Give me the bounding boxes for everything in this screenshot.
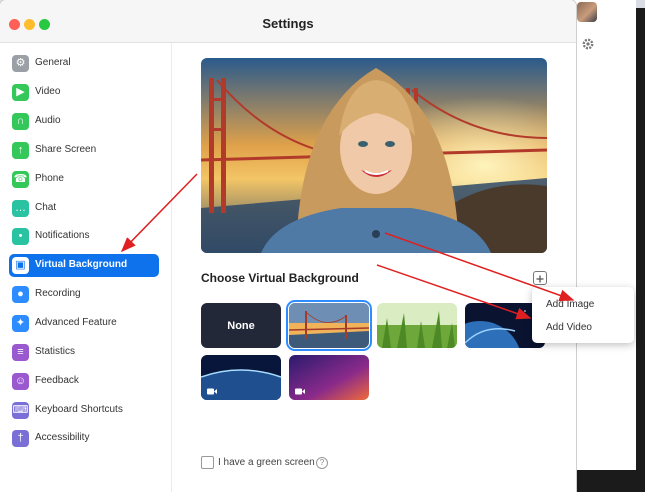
settings-sidebar: ⚙ General ▶ Video ∩ Audio ↑ Share Screen ☎ Phone …… [0,43,172,492]
background-thumb-bridge[interactable] [286,300,372,351]
sidebar-item-label: Keyboard Shortcuts [35,404,123,415]
sidebar-item-label: Phone [35,173,64,184]
sidebar-item-label: Feedback [35,375,79,386]
bar-chart-icon: ≡ [12,344,29,361]
sidebar-item-advanced-feature[interactable]: ✦ Advanced Feature [9,312,159,335]
accessibility-icon: † [12,430,29,447]
sidebar-item-share-screen[interactable]: ↑ Share Screen [9,139,159,162]
record-icon: ● [12,286,29,303]
section-title: Choose Virtual Background [201,271,359,285]
menu-item-add-image[interactable]: Add Image [546,299,594,310]
sidebar-item-label: Accessibility [35,432,90,443]
background-thumb-grass[interactable] [377,303,457,348]
video-camera-icon [295,388,305,395]
sidebar-item-video[interactable]: ▶ Video [9,81,159,104]
plus-icon [536,275,544,283]
headphones-icon: ∩ [12,113,29,130]
menu-item-add-video[interactable]: Add Video [546,322,592,333]
sidebar-item-label: Audio [35,115,61,126]
avatar [577,2,597,22]
sidebar-item-recording[interactable]: ● Recording [9,283,159,306]
help-icon[interactable]: ? [316,457,328,469]
sidebar-item-feedback[interactable]: ☺ Feedback [9,370,159,393]
person-card-icon: ▣ [12,257,29,274]
sidebar-item-accessibility[interactable]: † Accessibility [9,427,159,450]
sidebar-item-notifications[interactable]: • Notifications [9,225,159,248]
title-bar: Settings [0,0,576,43]
add-background-menu: Add Image Add Video [532,287,634,343]
add-background-button[interactable] [533,271,547,285]
phone-icon: ☎ [12,171,29,188]
video-camera-icon: ▶ [12,84,29,101]
keyboard-icon: ⌨ [12,402,29,419]
window-title: Settings [262,16,314,31]
background-thumb-aurora[interactable] [289,355,369,400]
sidebar-item-phone[interactable]: ☎ Phone [9,168,159,191]
sidebar-item-keyboard-shortcuts[interactable]: ⌨ Keyboard Shortcuts [9,399,159,422]
background-thumb-none[interactable]: None [201,303,281,348]
green-screen-label: I have a green screen [218,457,315,468]
sidebar-item-label: General [35,57,71,68]
green-screen-checkbox[interactable] [201,456,214,469]
thumb-none-label: None [227,319,255,332]
gear-icon[interactable] [581,37,595,51]
sidebar-item-label: Recording [35,288,81,299]
sidebar-item-virtual-background[interactable]: ▣ Virtual Background [9,254,159,277]
sidebar-item-label: Share Screen [35,144,97,155]
virtual-background-preview [201,58,547,253]
sidebar-item-label: Statistics [35,346,76,357]
settings-window: Settings ⚙ General ▶ Video ∩ Audio ↑ Share Scre… [0,0,576,492]
sparkle-icon: ✦ [12,315,29,332]
background-thumb-earth-horizon[interactable] [201,355,281,400]
sidebar-item-general[interactable]: ⚙ General [9,52,159,75]
gear-icon: ⚙ [12,55,29,72]
bell-icon: • [12,228,29,245]
sidebar-item-label: Notifications [35,230,90,241]
sidebar-item-label: Chat [35,202,57,213]
sidebar-item-label: Advanced Feature [35,317,117,328]
sidebar-item-label: Video [35,86,61,97]
video-camera-icon [207,388,217,395]
smiley-icon: ☺ [12,373,29,390]
sidebar-item-statistics[interactable]: ≡ Statistics [9,341,159,364]
sidebar-item-audio[interactable]: ∩ Audio [9,110,159,133]
sidebar-item-label: Virtual Background [35,259,128,270]
share-screen-icon: ↑ [12,142,29,159]
sidebar-item-chat[interactable]: … Chat [9,197,159,220]
chat-bubble-icon: … [12,200,29,217]
